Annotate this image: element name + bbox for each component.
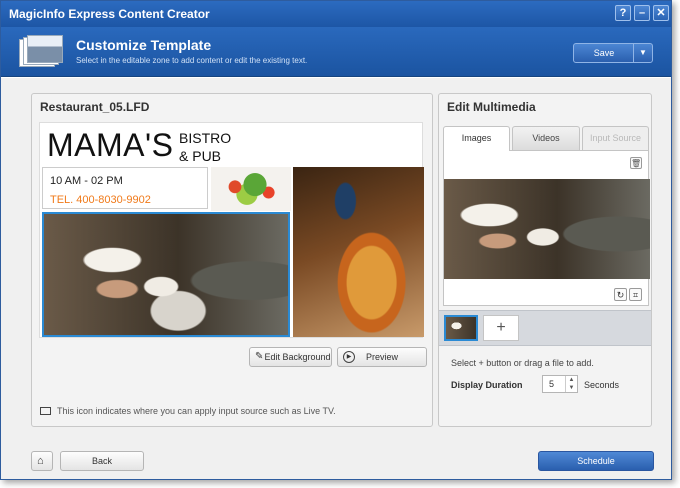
media-tabs: Images Videos Input Source (443, 126, 649, 151)
hours-zone[interactable]: 10 AM - 02 PM TEL. 400-8030-9902 (42, 167, 208, 209)
crop-icon[interactable]: ⌗ (629, 288, 642, 301)
tv-icon (40, 407, 51, 415)
rotate-icon[interactable]: ↻ (614, 288, 627, 301)
minimize-icon[interactable]: – (634, 5, 650, 21)
input-source-note-text: This icon indicates where you can apply … (57, 406, 336, 416)
add-media-button[interactable]: + (483, 315, 519, 341)
save-label: Save (593, 48, 615, 58)
chefs-image-zone-selected[interactable] (42, 212, 290, 337)
tab-input-source: Input Source (582, 126, 649, 150)
image-tools: ↻ ⌗ (612, 288, 642, 301)
salad-image-zone[interactable] (211, 167, 291, 211)
help-icon[interactable]: ? (615, 5, 631, 21)
media-thumbnail[interactable] (444, 315, 478, 341)
add-hint: Select + button or drag a file to add. (451, 358, 594, 368)
selected-image-preview (444, 179, 650, 279)
close-icon[interactable]: ✕ (653, 5, 669, 21)
pencil-icon: ✎ (255, 351, 264, 362)
brand-subtitle-line-1: BISTRO (179, 130, 232, 146)
hours-text: 10 AM - 02 PM (50, 175, 123, 187)
display-duration-label: Display Duration (451, 380, 523, 390)
home-button[interactable]: ⌂ (31, 451, 53, 471)
pizza-image-zone[interactable] (293, 167, 424, 337)
page-header: Customize Template Select in the editabl… (1, 27, 671, 77)
edit-background-label: Edit Background (264, 352, 331, 362)
tab-images[interactable]: Images (443, 126, 510, 151)
back-label: Back (91, 456, 112, 466)
save-button[interactable]: Save ▼ (573, 43, 653, 63)
multimedia-title: Edit Multimedia (447, 100, 536, 114)
edit-multimedia-panel: Edit Multimedia Images Videos Input Sour… (438, 93, 652, 427)
brand-subtitle-line-2: & PUB (179, 148, 222, 164)
page-subtitle: Select in the editable zone to add conte… (76, 56, 308, 65)
back-button[interactable]: Back (60, 451, 144, 471)
app-title: MagicInfo Express Content Creator (9, 7, 210, 21)
save-dropdown-icon[interactable]: ▼ (633, 44, 652, 62)
preview-label: Preview (365, 352, 398, 362)
preview-button[interactable]: ▶ Preview (337, 347, 427, 367)
trash-icon[interactable]: 🗑 (630, 157, 642, 169)
schedule-button[interactable]: Schedule (538, 451, 654, 471)
template-editor-panel: Restaurant_05.LFD MAMA'S BISTRO & PUB 10… (31, 93, 433, 427)
page-title: Customize Template (76, 37, 212, 53)
content-area: Restaurant_05.LFD MAMA'S BISTRO & PUB 10… (1, 78, 671, 479)
home-icon: ⌂ (37, 455, 44, 467)
template-thumbnail-icon (19, 35, 63, 69)
file-name: Restaurant_05.LFD (40, 100, 150, 114)
images-tab-content: 🗑 ↻ ⌗ (443, 150, 650, 306)
edit-background-button[interactable]: ✎ Edit Background (249, 347, 332, 367)
spinner-arrows-icon[interactable]: ▲ ▼ (565, 376, 577, 392)
title-bar: MagicInfo Express Content Creator ? – ✕ (1, 1, 671, 27)
tab-videos[interactable]: Videos (512, 126, 580, 150)
brand-subtitle[interactable]: BISTRO & PUB (179, 129, 231, 165)
duration-unit: Seconds (584, 380, 620, 390)
media-thumbnail-strip: + (439, 310, 651, 346)
duration-stepper[interactable]: 5 ▲ ▼ (542, 375, 578, 393)
brand-text[interactable]: MAMA'S (47, 127, 173, 164)
duration-value: 5 (549, 379, 555, 389)
template-canvas[interactable]: MAMA'S BISTRO & PUB 10 AM - 02 PM TEL. 4… (39, 122, 424, 338)
input-source-note: This icon indicates where you can apply … (40, 406, 336, 416)
app-window: MagicInfo Express Content Creator ? – ✕ … (0, 0, 672, 480)
phone-text: TEL. 400-8030-9902 (50, 194, 151, 206)
